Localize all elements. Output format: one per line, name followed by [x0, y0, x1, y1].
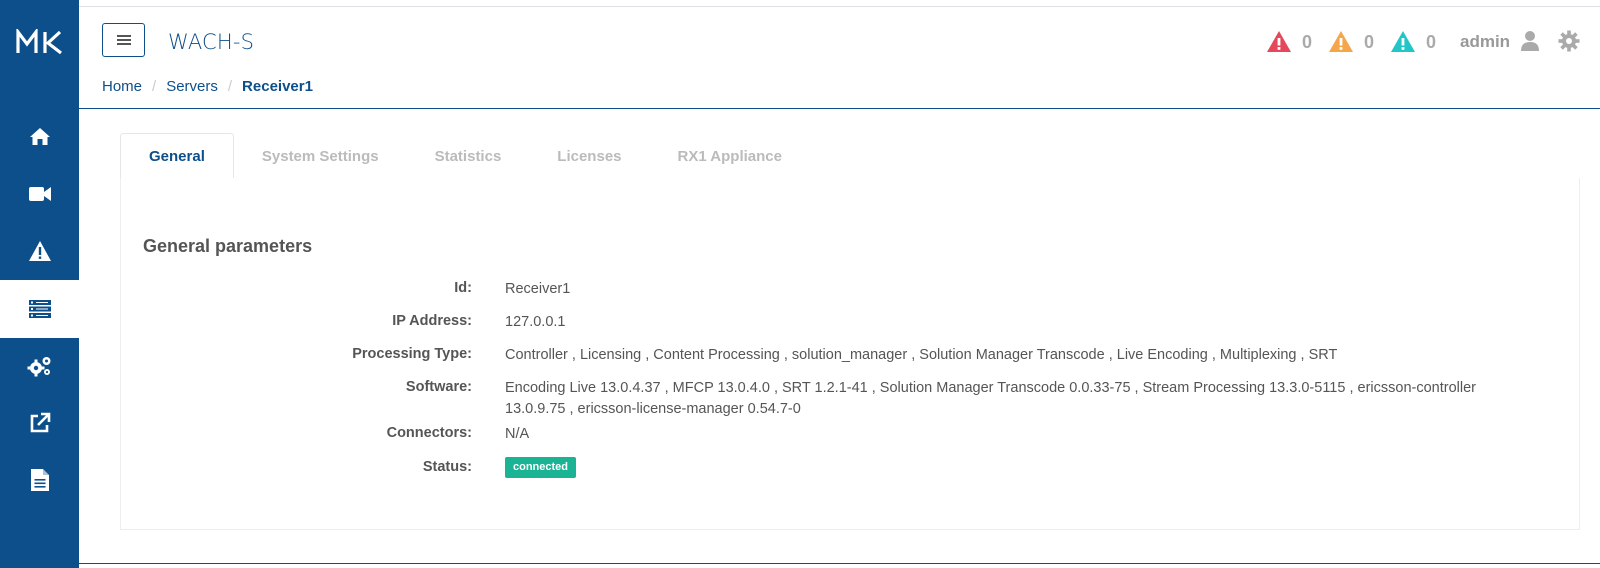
document-icon [30, 469, 49, 491]
value-software-line1: Encoding Live 13.0.4.37 , MFCP 13.0.4.0 … [505, 380, 1476, 396]
minor-count: 0 [1426, 31, 1437, 52]
cogs-icon [27, 357, 50, 377]
major-warning-icon [1329, 31, 1353, 52]
sidebar-item-external[interactable] [0, 394, 79, 452]
hamburger-icon [116, 35, 131, 45]
value-id: Receiver1 [505, 281, 571, 297]
label-software: Software: [405, 379, 472, 395]
breadcrumb-current: Receiver1 [242, 78, 313, 95]
sidebar-item-docs[interactable] [0, 451, 79, 509]
sidebar-item-servers[interactable] [0, 280, 79, 338]
sidebar-item-home[interactable] [0, 107, 79, 165]
video-camera-icon [28, 187, 51, 201]
value-processing-type: Controller , Licensing , Content Process… [505, 347, 1338, 363]
sidebar-item-video[interactable] [0, 165, 79, 223]
value-software-line2: 13.0.9.75 , ericsson-license-manager 0.5… [505, 401, 801, 417]
server-icon [28, 300, 51, 318]
breadcrumb-servers[interactable]: Servers [166, 78, 218, 95]
label-status: Status: [422, 459, 472, 475]
home-icon [29, 128, 50, 145]
section-title: General parameters [143, 236, 313, 256]
label-connectors: Connectors: [386, 425, 472, 441]
label-ip-address: IP Address: [392, 313, 472, 329]
value-ip-address: 127.0.0.1 [505, 314, 566, 330]
app-title: WACH-S [168, 30, 255, 54]
critical-warning-icon [1267, 31, 1291, 52]
tab-bar: General System Settings Statistics Licen… [120, 133, 810, 179]
sidebar [0, 0, 79, 568]
breadcrumb-separator: / [227, 78, 233, 95]
bottom-divider [79, 563, 1600, 564]
sidebar-item-settings[interactable] [0, 337, 79, 395]
value-connectors: N/A [505, 426, 530, 442]
menu-toggle-button[interactable] [102, 23, 145, 57]
sidebar-item-alarms[interactable] [0, 222, 79, 280]
tab-rx1-appliance[interactable]: RX1 Appliance [650, 133, 810, 179]
minor-warning-icon [1391, 31, 1415, 52]
user-icon[interactable] [1520, 30, 1540, 57]
breadcrumb-separator: / [152, 78, 157, 95]
tab-general[interactable]: General [120, 133, 234, 179]
alert-minor[interactable]: 0 [1390, 28, 1436, 56]
app-logo[interactable] [0, 24, 79, 60]
header-divider [79, 108, 1600, 109]
label-processing-type: Processing Type: [352, 346, 472, 362]
user-name[interactable]: admin [1460, 32, 1510, 52]
tab-licenses[interactable]: Licenses [529, 133, 649, 179]
alert-critical[interactable]: 0 [1266, 28, 1312, 56]
status-badge: connected [505, 457, 577, 478]
top-divider [79, 6, 1600, 7]
tab-system-settings[interactable]: System Settings [234, 133, 407, 179]
tab-statistics[interactable]: Statistics [407, 133, 530, 179]
gear-icon[interactable] [1558, 30, 1580, 57]
breadcrumb: Home / Servers / Receiver1 [102, 78, 313, 95]
label-id: Id: [454, 280, 472, 296]
critical-count: 0 [1302, 31, 1313, 52]
external-link-icon [30, 412, 50, 433]
logo-icon [15, 29, 62, 55]
breadcrumb-home[interactable]: Home [102, 78, 142, 95]
alert-major[interactable]: 0 [1328, 28, 1374, 56]
warning-icon [28, 241, 51, 261]
major-count: 0 [1364, 31, 1375, 52]
